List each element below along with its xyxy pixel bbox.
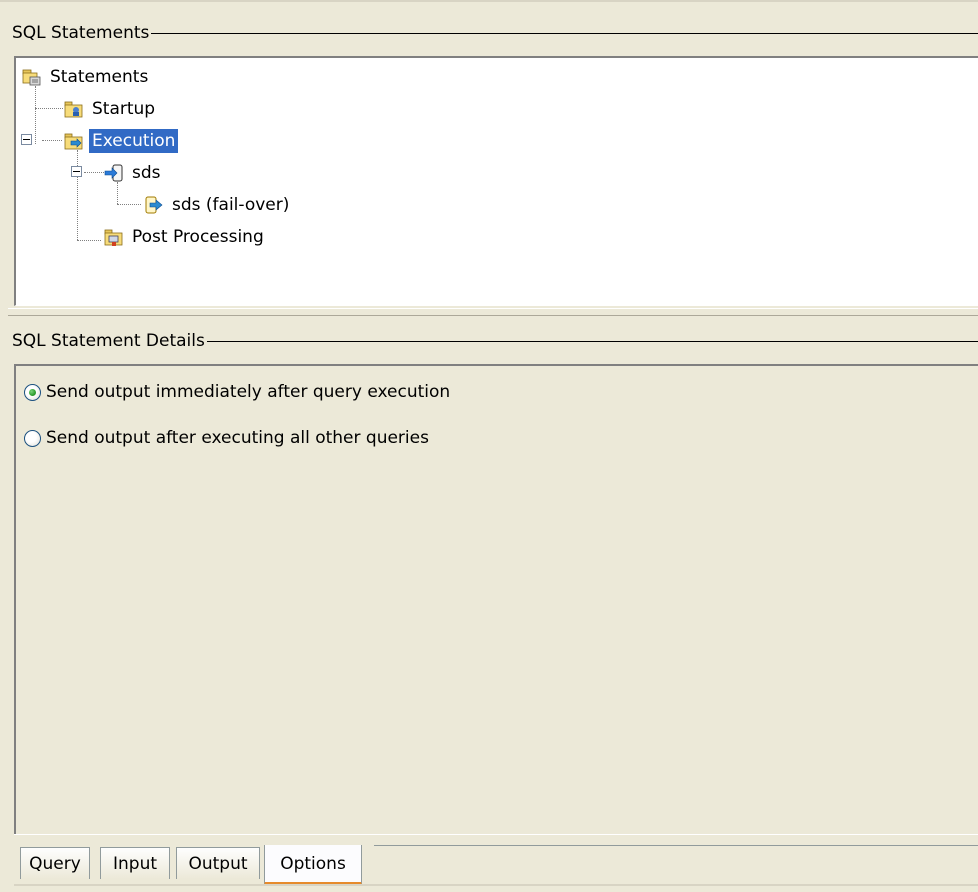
collapse-execution-toggle[interactable] (21, 134, 32, 145)
tab-label: Options (280, 853, 346, 874)
statements-root-icon (22, 69, 41, 86)
tab-output[interactable]: Output (176, 847, 260, 879)
group-divider (151, 33, 978, 34)
statement-details-group-header: SQL Statement Details (12, 330, 978, 352)
window-top-edge (0, 0, 978, 2)
tree-item-label: Statements (50, 67, 149, 87)
output-after-all-option[interactable]: Send output after executing all other qu… (24, 425, 429, 451)
tree-guide-line (77, 150, 78, 240)
tree-item-label: Execution (89, 129, 179, 153)
tree-item-execution[interactable]: Execution (64, 128, 179, 154)
tab-query[interactable]: Query (20, 847, 90, 879)
output-immediately-label: Send output immediately after query exec… (46, 382, 451, 402)
post-processing-folder-icon (104, 229, 123, 246)
collapse-sds-toggle[interactable] (71, 166, 82, 177)
tree-item-label: Post Processing (132, 227, 264, 247)
window-bottom-edge (14, 884, 978, 886)
tab-options[interactable]: Options (264, 845, 362, 885)
tree-item-startup[interactable]: Startup (64, 96, 158, 122)
tree-guide-line (77, 240, 101, 241)
bottom-tab-strip: Query Input Output Options (14, 834, 978, 887)
sql-statement-icon (104, 164, 123, 182)
tree-item-statements[interactable]: Statements (22, 64, 151, 90)
sql-statements-title: SQL Statements (12, 23, 150, 43)
output-after-all-radio[interactable] (24, 429, 41, 447)
tree-item-sds-failover[interactable]: sds (fail-over) (144, 192, 292, 218)
group-divider (206, 341, 978, 342)
tree-guide-line (35, 108, 63, 109)
statements-tree[interactable]: Statements Startup Execution sds sds (fa… (14, 56, 978, 306)
panel-splitter[interactable] (8, 308, 978, 316)
output-after-all-label: Send output after executing all other qu… (46, 428, 429, 448)
tree-guide-line (84, 172, 104, 173)
sql-statements-group-header: SQL Statements (12, 22, 978, 44)
output-immediately-radio[interactable] (24, 383, 41, 401)
tree-item-post-processing[interactable]: Post Processing (104, 224, 267, 250)
tree-guide-line (117, 204, 141, 205)
startup-folder-icon (64, 101, 83, 118)
tree-item-sds[interactable]: sds (104, 160, 164, 186)
tree-guide-line (42, 140, 62, 141)
tab-label: Query (29, 853, 81, 874)
statement-details-title: SQL Statement Details (12, 331, 205, 351)
tree-guide-line (35, 86, 36, 144)
tree-item-label: sds (132, 163, 161, 183)
tab-baseline (374, 845, 978, 846)
failover-statement-icon (145, 196, 163, 214)
tree-item-label: sds (fail-over) (172, 195, 290, 215)
tree-item-label: Startup (92, 99, 156, 119)
tab-label: Input (112, 853, 158, 874)
tab-input[interactable]: Input (100, 847, 170, 879)
output-immediately-option[interactable]: Send output immediately after query exec… (24, 379, 450, 405)
tab-label: Output (188, 853, 248, 874)
execution-folder-icon (64, 133, 83, 150)
